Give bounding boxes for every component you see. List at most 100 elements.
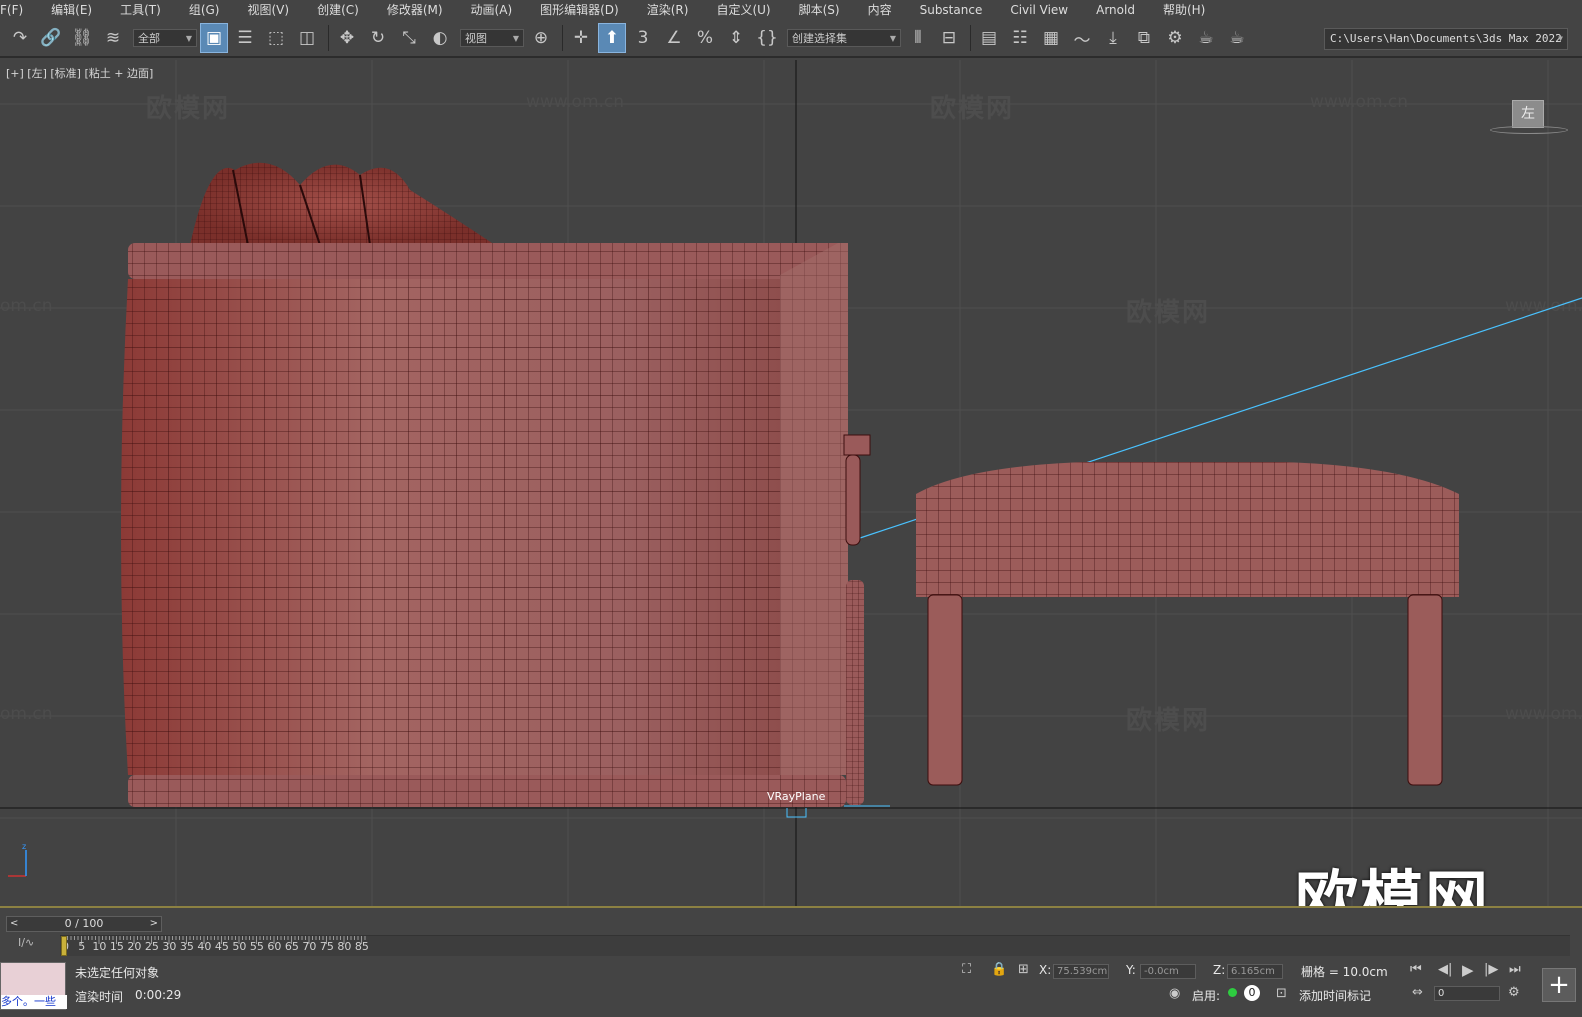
track-bar[interactable]: 0510152025303540455055606570758085 xyxy=(60,935,1570,957)
viewcube-compass-ring[interactable] xyxy=(1490,126,1568,134)
menu-rendering[interactable]: 渲染(R) xyxy=(633,0,703,20)
z-coordinate-field[interactable]: 6.165cm xyxy=(1227,964,1283,979)
select-by-name-icon[interactable]: ☰ xyxy=(231,23,259,53)
sofa-model[interactable] xyxy=(120,155,880,810)
track-tick-label: 75 xyxy=(319,940,334,953)
menu-views[interactable]: 视图(V) xyxy=(234,0,304,20)
key-mode-icon[interactable]: ⇔ xyxy=(1412,985,1423,1000)
bind-space-warp-icon[interactable]: ≋ xyxy=(99,23,127,53)
svg-text:z: z xyxy=(22,842,26,851)
adaptive-degradation-icon[interactable]: ◉ xyxy=(1169,986,1180,1001)
keyboard-shortcut-override-icon[interactable]: ⬆ xyxy=(598,23,626,53)
menu-content[interactable]: 内容 xyxy=(854,0,906,20)
lock-selection-icon[interactable]: 🔒 xyxy=(991,962,1007,977)
menu-animation[interactable]: 动画(A) xyxy=(457,0,527,20)
menu-help[interactable]: 帮助(H) xyxy=(1149,0,1219,20)
move-icon[interactable]: ✥ xyxy=(333,23,361,53)
scene-explorer-icon[interactable]: ▤ xyxy=(975,23,1003,53)
link-icon[interactable]: 🔗 xyxy=(37,23,65,53)
menu-arnold[interactable]: Arnold xyxy=(1082,0,1149,20)
dope-sheet-icon[interactable]: ⤓ xyxy=(1099,23,1127,53)
add-time-tag-button[interactable]: 添加时间标记 xyxy=(1299,987,1371,1004)
spinner-snap-icon[interactable]: ⇕ xyxy=(722,23,750,53)
menu-substance[interactable]: Substance xyxy=(906,0,997,20)
go-to-end-icon[interactable]: ⏭ xyxy=(1509,962,1521,977)
x-coordinate-field[interactable]: 75.539cm xyxy=(1053,964,1109,979)
menu-civil-view[interactable]: Civil View xyxy=(996,0,1082,20)
time-configuration-icon[interactable]: ⚙ xyxy=(1508,985,1520,1000)
viewport-left[interactable]: 欧模网 欧模网 欧模网 欧模网 欧模网 欧模网 欧模网 欧模网 www.om.c… xyxy=(0,60,1582,906)
previous-frame-icon[interactable]: ◀| xyxy=(1438,962,1452,977)
menu-modifiers[interactable]: 修改器(M) xyxy=(373,0,457,20)
render-time-label: 渲染时间 xyxy=(75,990,124,1004)
next-frame-icon[interactable]: |▶ xyxy=(1484,962,1498,977)
track-tick-label: 45 xyxy=(214,940,229,953)
unlink-icon[interactable]: ⛓ xyxy=(68,23,96,53)
add-panel-button[interactable]: + xyxy=(1542,968,1576,1002)
menu-create[interactable]: 创建(C) xyxy=(303,0,373,20)
placement-icon[interactable]: ◐ xyxy=(426,23,454,53)
scale-icon[interactable]: ⤡ xyxy=(395,23,423,53)
render-production-icon[interactable]: ☕ xyxy=(1223,23,1251,53)
reference-coordinate-dropdown[interactable]: 视图 ▼ xyxy=(460,29,524,47)
select-manipulate-icon[interactable]: ✛ xyxy=(567,23,595,53)
time-tag-icon[interactable]: ⊡ xyxy=(1276,986,1287,1001)
app-window: F(F) 编辑(E) 工具(T) 组(G) 视图(V) 创建(C) 修改器(M)… xyxy=(0,0,1582,1017)
time-slider[interactable]: < 0 / 100 > xyxy=(6,916,162,932)
ottoman-model[interactable] xyxy=(914,462,1474,792)
rotate-icon[interactable]: ↻ xyxy=(364,23,392,53)
status-bar: 多个。一些 未选定任何对象 渲染时间 0:00:29 ⛶ 🔒 ⊞ X: 75.5… xyxy=(0,956,1582,1017)
edit-named-selection-icon[interactable]: {} xyxy=(753,23,781,53)
x-label: X: xyxy=(1039,963,1052,977)
percent-snap-icon[interactable]: % xyxy=(691,23,719,53)
material-editor-icon[interactable]: ⚙ xyxy=(1161,23,1189,53)
render-setup-icon[interactable]: ☕ xyxy=(1192,23,1220,53)
current-frame-spinner[interactable]: 0 xyxy=(1434,986,1500,1001)
menu-group[interactable]: 组(G) xyxy=(175,0,234,20)
mirror-icon[interactable]: ⫴ xyxy=(904,23,932,53)
render-time-value: 0:00:29 xyxy=(135,988,182,1002)
selection-status-text: 未选定任何对象 xyxy=(75,966,160,980)
project-path-dropdown[interactable]: C:\Users\Han\Documents\3ds Max 2022 ▼ xyxy=(1324,28,1568,50)
isolate-selection-icon[interactable]: ⛶ xyxy=(962,962,971,977)
selection-filter-dropdown[interactable]: 全部 ▼ xyxy=(133,29,197,47)
track-tick-label: 15 xyxy=(109,940,124,953)
time-next-icon[interactable]: > xyxy=(150,917,158,931)
enable-counter[interactable]: 0 xyxy=(1244,985,1260,1001)
time-prev-icon[interactable]: < xyxy=(10,917,18,931)
track-tick-label: 35 xyxy=(179,940,194,953)
snaps-toggle-icon[interactable]: 3 xyxy=(629,23,657,53)
play-icon[interactable]: ▶ xyxy=(1462,961,1474,979)
pivot-center-icon[interactable]: ⊕ xyxy=(527,23,555,53)
curve-editor-icon[interactable]: 〜 xyxy=(1068,23,1096,53)
y-label: Y: xyxy=(1126,963,1136,977)
absolute-mode-icon[interactable]: ⊞ xyxy=(1018,962,1029,977)
go-to-start-icon[interactable]: ⏮ xyxy=(1410,962,1422,977)
window-crossing-icon[interactable]: ◫ xyxy=(293,23,321,53)
mini-curve-editor-icon[interactable]: Ⅰ∕∿ xyxy=(18,936,34,949)
menu-tools[interactable]: 工具(T) xyxy=(106,0,175,20)
menu-file[interactable]: F(F) xyxy=(0,0,37,20)
menu-customize[interactable]: 自定义(U) xyxy=(702,0,784,20)
maxscript-listener[interactable]: 多个。一些 xyxy=(0,962,67,1010)
rectangular-selection-icon[interactable]: ⬚ xyxy=(262,23,290,53)
track-tick-label: 70 xyxy=(302,940,317,953)
menu-graph-editors[interactable]: 图形编辑器(D) xyxy=(526,0,633,20)
track-tick-label: 50 xyxy=(232,940,247,953)
y-coordinate-field[interactable]: -0.0cm xyxy=(1140,964,1196,979)
viewport-label[interactable]: [+] [左] [标准] [粘土 + 边面] xyxy=(6,65,153,81)
schematic-view-icon[interactable]: ⧉ xyxy=(1130,23,1158,53)
time-slider-marker[interactable] xyxy=(61,936,67,956)
enable-status-dot xyxy=(1228,988,1237,997)
align-icon[interactable]: ⊟ xyxy=(935,23,963,53)
angle-snap-icon[interactable]: ∠ xyxy=(660,23,688,53)
redo-icon[interactable]: ↷ xyxy=(6,23,34,53)
viewcube[interactable]: 左 xyxy=(1512,100,1544,128)
select-object-icon[interactable]: ▣ xyxy=(200,23,228,53)
track-tick-label: 30 xyxy=(162,940,177,953)
menu-edit[interactable]: 编辑(E) xyxy=(37,0,106,20)
menu-scripting[interactable]: 脚本(S) xyxy=(785,0,854,20)
named-selection-dropdown[interactable]: 创建选择集 ▼ xyxy=(787,29,901,47)
layer-explorer-icon[interactable]: ☷ xyxy=(1006,23,1034,53)
toggle-ribbon-icon[interactable]: ▦ xyxy=(1037,23,1065,53)
